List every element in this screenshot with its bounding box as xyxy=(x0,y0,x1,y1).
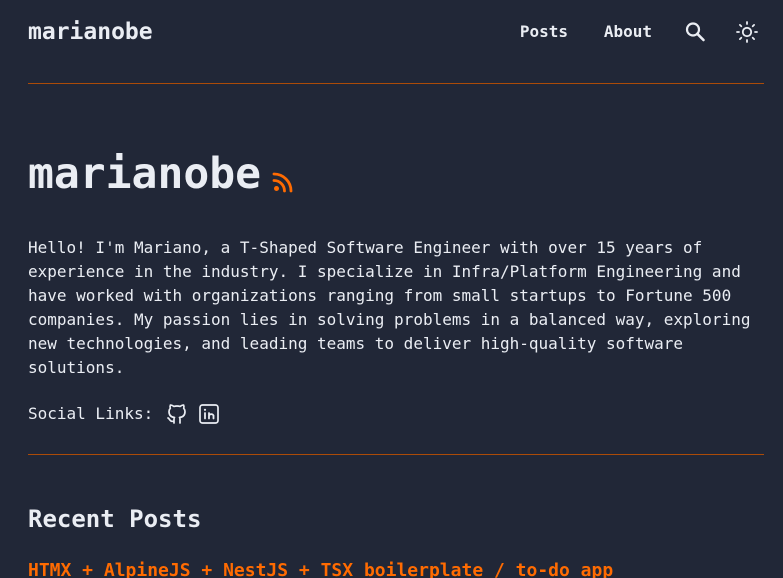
linkedin-link[interactable] xyxy=(197,402,221,426)
search-icon xyxy=(685,22,705,42)
site-title-link[interactable]: marianobe xyxy=(28,17,153,47)
hero-title: marianobe xyxy=(28,149,261,199)
rss-icon xyxy=(272,172,293,193)
site-header: marianobe Posts About xyxy=(28,0,764,84)
nav-posts-link[interactable]: Posts xyxy=(520,17,568,47)
hero-title-row: marianobe xyxy=(28,146,295,202)
post-link[interactable]: HTMX + AlpineJS + NestJS + TSX boilerpla… xyxy=(28,557,613,578)
nav-about-link[interactable]: About xyxy=(604,17,652,47)
sun-icon xyxy=(736,21,758,43)
social-links-label: Social Links: xyxy=(28,404,154,423)
section-divider xyxy=(28,454,764,455)
search-button[interactable] xyxy=(683,20,707,44)
github-icon xyxy=(167,404,187,424)
linkedin-icon xyxy=(199,404,220,424)
intro-paragraph: Hello! I'm Mariano, a T-Shaped Software … xyxy=(28,238,751,377)
social-links: Social Links: xyxy=(28,400,221,428)
rss-feed-link[interactable] xyxy=(271,170,295,194)
page: marianobe Posts About marianobe Hello! I… xyxy=(0,0,783,578)
recent-posts-heading: Recent Posts xyxy=(28,505,202,533)
theme-toggle-button[interactable] xyxy=(735,20,759,44)
github-link[interactable] xyxy=(165,402,189,426)
